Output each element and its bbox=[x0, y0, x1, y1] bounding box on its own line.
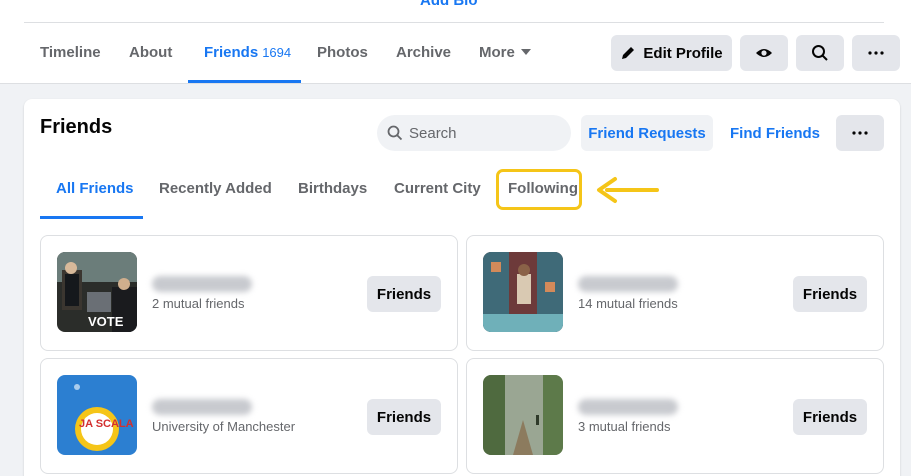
friend-card[interactable]: VOTE 2 mutual friends Friends bbox=[40, 235, 458, 351]
friend-photo[interactable]: JA SCALA bbox=[57, 375, 137, 455]
friend-photo[interactable]: VOTE bbox=[57, 252, 137, 332]
friends-status-button[interactable]: Friends bbox=[793, 276, 867, 312]
friend-card[interactable]: 3 mutual friends Friends bbox=[466, 358, 884, 474]
friend-subtitle: 14 mutual friends bbox=[578, 296, 678, 311]
caret-down-icon bbox=[520, 49, 531, 55]
tab-more[interactable]: More bbox=[479, 44, 531, 61]
find-friends-button[interactable]: Find Friends bbox=[724, 115, 826, 151]
friend-photo[interactable] bbox=[483, 375, 563, 455]
ellipsis-icon bbox=[868, 51, 884, 55]
friends-more-button[interactable] bbox=[836, 115, 884, 151]
friend-subtitle: 3 mutual friends bbox=[578, 419, 671, 434]
tab-photos[interactable]: Photos bbox=[317, 44, 368, 61]
pencil-icon bbox=[622, 47, 635, 59]
friend-name-blurred[interactable] bbox=[578, 399, 678, 415]
subtab-current-city[interactable]: Current City bbox=[394, 180, 481, 197]
friend-card[interactable]: 14 mutual friends Friends bbox=[466, 235, 884, 351]
more-options-button[interactable] bbox=[852, 35, 900, 71]
friend-name-blurred[interactable] bbox=[152, 276, 252, 292]
search-icon bbox=[387, 125, 403, 141]
tab-more-label: More bbox=[479, 44, 515, 61]
eye-icon bbox=[756, 49, 772, 57]
friend-subtitle: 2 mutual friends bbox=[152, 296, 245, 311]
friend-photo[interactable] bbox=[483, 252, 563, 332]
tab-friends[interactable]: Friends 1694 bbox=[204, 44, 291, 61]
friend-card[interactable]: JA SCALA University of Manchester Friend… bbox=[40, 358, 458, 474]
photo-caption: VOTE bbox=[88, 314, 124, 329]
edit-profile-label: Edit Profile bbox=[643, 44, 723, 62]
friend-requests-button[interactable]: Friend Requests bbox=[581, 115, 713, 151]
following-highlight-box bbox=[496, 169, 582, 210]
tab-archive[interactable]: Archive bbox=[396, 44, 451, 61]
photo-caption: JA SCALA bbox=[79, 418, 134, 430]
friend-name-blurred[interactable] bbox=[578, 276, 678, 292]
view-as-button[interactable] bbox=[740, 35, 788, 71]
active-subtab-indicator bbox=[40, 216, 143, 219]
search-icon bbox=[812, 45, 828, 61]
ellipsis-icon bbox=[852, 131, 868, 135]
active-tab-indicator bbox=[188, 80, 301, 83]
edit-profile-button[interactable]: Edit Profile bbox=[611, 35, 732, 71]
friends-title: Friends bbox=[40, 116, 113, 138]
header-divider bbox=[24, 22, 884, 23]
left-arrow-icon bbox=[597, 177, 659, 203]
search-input[interactable] bbox=[409, 124, 559, 142]
profile-header: Add Bio Timeline About Friends 1694 Photo… bbox=[0, 0, 911, 84]
search-profile-button[interactable] bbox=[796, 35, 844, 71]
friend-subtitle: University of Manchester bbox=[152, 419, 296, 434]
friends-count: 1694 bbox=[262, 45, 292, 60]
subtab-birthdays[interactable]: Birthdays bbox=[298, 180, 367, 197]
friends-status-button[interactable]: Friends bbox=[367, 399, 441, 435]
subtab-recently-added[interactable]: Recently Added bbox=[159, 180, 272, 197]
friends-search[interactable] bbox=[377, 115, 571, 151]
add-bio-link[interactable]: Add Bio bbox=[420, 0, 478, 9]
tab-friends-label: Friends bbox=[204, 44, 259, 61]
tab-about[interactable]: About bbox=[129, 44, 172, 61]
friends-status-button[interactable]: Friends bbox=[793, 399, 867, 435]
subtab-all-friends[interactable]: All Friends bbox=[56, 180, 134, 197]
friends-status-button[interactable]: Friends bbox=[367, 276, 441, 312]
tab-timeline[interactable]: Timeline bbox=[40, 44, 101, 61]
friend-name-blurred[interactable] bbox=[152, 399, 252, 415]
